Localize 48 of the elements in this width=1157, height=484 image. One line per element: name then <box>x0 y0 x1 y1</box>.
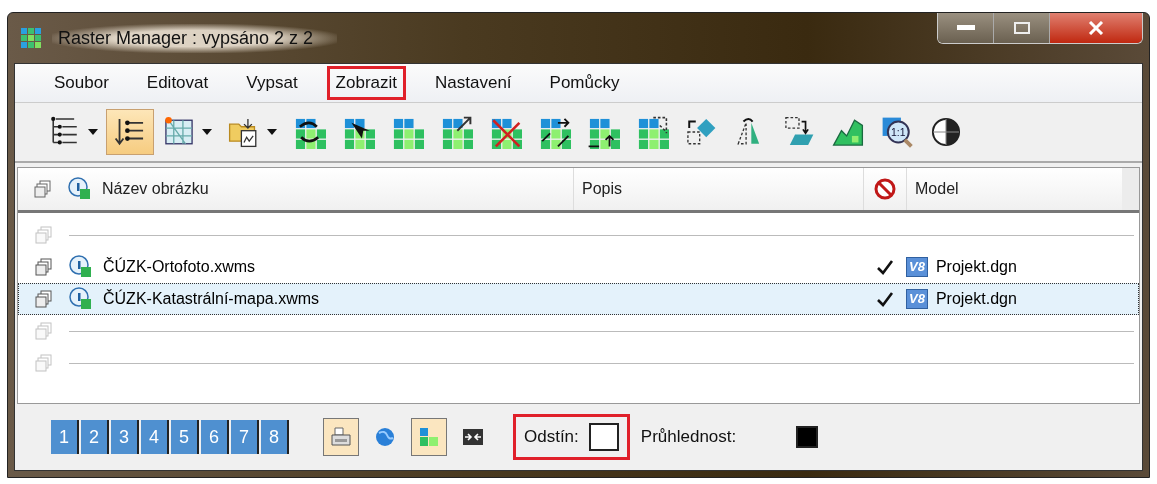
close-button[interactable] <box>1050 13 1142 43</box>
printer-icon <box>329 425 353 449</box>
app-icon <box>20 27 42 49</box>
menu-item[interactable]: Vypsat <box>237 66 307 100</box>
color-swatch[interactable] <box>588 423 619 451</box>
menu-item[interactable]: Editovat <box>137 66 218 100</box>
toolbar-button[interactable]: 1:1 <box>873 109 921 155</box>
minimize-button[interactable] <box>938 13 994 43</box>
maximize-button[interactable] <box>994 13 1050 43</box>
caret-icon <box>88 129 98 135</box>
stack-icon <box>34 180 52 198</box>
prohibited-icon <box>874 178 896 200</box>
table-cell: Projekt.dgn <box>935 290 1017 308</box>
stack-icon <box>35 322 53 340</box>
table-cell: ČÚZK-Ortofoto.xwms <box>103 258 255 276</box>
column-header[interactable]: Model <box>907 168 1122 210</box>
toolbar-button[interactable] <box>106 109 154 155</box>
raster-info-icon <box>68 177 92 201</box>
stack-icon <box>35 354 53 372</box>
stack-icon <box>35 226 53 244</box>
stack-icon <box>35 258 53 276</box>
table-cell: ČÚZK-Katastrální-mapa.xwms <box>103 290 320 308</box>
column-header[interactable]: Název obrázku <box>68 168 573 210</box>
v8-file-icon: V8 <box>906 289 928 309</box>
field-label: Průhlednost: <box>640 427 737 447</box>
close-icon <box>1088 21 1104 35</box>
window-title: Raster Manager : vypsáno 2 z 2 <box>52 23 338 53</box>
caret-icon <box>267 129 277 135</box>
menu-item[interactable]: Zobrazit <box>326 66 407 100</box>
menu-item[interactable]: Soubor <box>45 66 118 100</box>
column-header-filler <box>1122 168 1139 210</box>
tiles-icon <box>417 425 441 449</box>
table-cell: Projekt.dgn <box>935 258 1017 276</box>
menu-item[interactable]: Nastavení <box>426 66 521 100</box>
menu-item[interactable]: Pomůcky <box>540 66 629 100</box>
minimize-icon <box>956 25 975 31</box>
raster-info-icon <box>69 287 93 311</box>
contrast-circle-icon <box>929 115 963 149</box>
caret-icon <box>202 129 212 135</box>
maximize-icon <box>1013 22 1030 34</box>
color-swatch[interactable] <box>796 426 819 448</box>
globe-icon <box>373 425 397 449</box>
column-header[interactable]: Popis <box>573 168 863 210</box>
stack-icon <box>35 290 53 308</box>
raster-info-icon <box>69 255 93 279</box>
v8-file-icon: V8 <box>906 257 928 277</box>
zoom-label: 1:1 <box>891 126 906 138</box>
field-label: Odstín: <box>524 427 579 447</box>
